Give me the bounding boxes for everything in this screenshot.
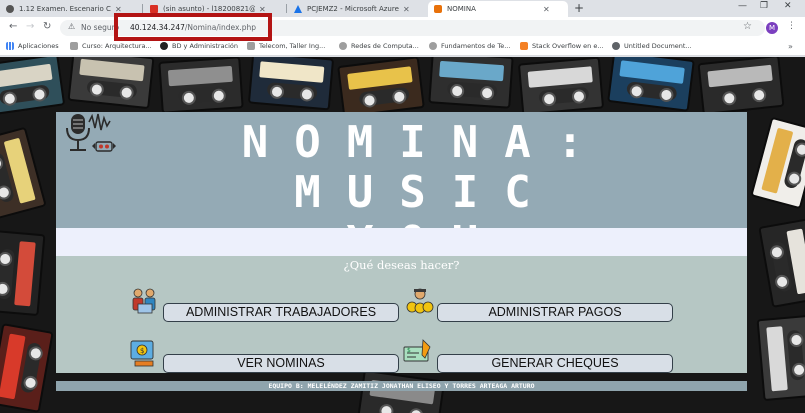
bookmark-apps[interactable]: Aplicaciones [6, 42, 59, 50]
tab-divider [142, 4, 143, 13]
menu-question: ¿Qué deseas hacer? [343, 258, 460, 272]
reload-icon[interactable]: ↻ [43, 21, 51, 32]
bookmark-item[interactable]: Untitled Document... [612, 42, 692, 50]
svg-text:$: $ [140, 347, 144, 355]
bookmark-favicon-icon [70, 42, 78, 50]
bookmark-item[interactable]: Redes de Computa... [339, 42, 419, 50]
page-footer: EQUIPO B: MELELÉNDEZ ZAMITIZ JONATHAN EL… [56, 381, 747, 391]
tab-title: PCJEMZ2 - Microsoft Azure [307, 5, 399, 13]
forward-icon[interactable]: → [26, 21, 34, 32]
cassette-image [0, 229, 46, 317]
workers-icon [132, 288, 156, 314]
warning-icon[interactable]: ⚠ [68, 22, 75, 31]
manage-payments-button[interactable]: ADMINISTRAR PAGOS [437, 303, 673, 322]
cassette-image [356, 369, 446, 413]
tab-title: NOMINA [447, 5, 476, 13]
cassette-image [517, 57, 605, 116]
bookmark-item[interactable]: Stack Overflow en e... [520, 42, 604, 50]
close-icon[interactable]: ✕ [403, 5, 410, 14]
bookmark-star-icon[interactable]: ☆ [743, 21, 752, 32]
cassette-image [697, 57, 785, 116]
svg-text:$: $ [407, 347, 411, 354]
bookmark-item[interactable]: Telecom, Taller Ing... [247, 42, 325, 50]
bookmark-favicon-icon [429, 42, 437, 50]
bookmark-item[interactable]: Curso: Arquitectura... [70, 42, 152, 50]
apps-grid-icon [6, 42, 14, 50]
bookmarks-bar: Aplicaciones Curso: Arquitectura... BD y… [0, 39, 805, 56]
page-title-line-1: NOMINA: MUSIC [241, 117, 610, 218]
view-payrolls-button[interactable]: VER NOMINAS [163, 354, 399, 373]
bookmark-label: Untitled Document... [624, 42, 692, 50]
bookmark-label: Fundamentos de Te... [441, 42, 511, 50]
cassette-image [607, 57, 695, 112]
bookmark-favicon-icon [612, 42, 620, 50]
cassette-image [0, 57, 66, 117]
azure-icon [294, 5, 302, 13]
cassette-image [758, 218, 805, 308]
page-header: NOMINA: MUSIC YOU [56, 112, 747, 268]
banner-strip [56, 228, 747, 256]
bookmark-label: Curso: Arquitectura... [82, 42, 152, 50]
cassette-image [750, 116, 805, 210]
back-icon[interactable]: ← [9, 21, 17, 32]
menu-kebab-icon[interactable]: ⋮ [787, 21, 796, 31]
minimize-icon[interactable]: — [738, 1, 747, 11]
close-window-icon[interactable]: ✕ [784, 1, 792, 11]
cassette-image [158, 57, 244, 114]
gmail-icon [150, 5, 158, 13]
stack-overflow-icon [520, 42, 528, 50]
cassette-image [247, 57, 335, 111]
bookmark-label: Telecom, Taller Ing... [259, 42, 326, 50]
url-highlight-box [114, 13, 272, 41]
manage-workers-button[interactable]: ADMINISTRAR TRABAJADORES [163, 303, 399, 322]
bookmark-label: BD y Administración [172, 42, 239, 50]
bookmark-label: Redes de Computa... [351, 42, 419, 50]
cassette-image [67, 57, 155, 110]
bookmark-item[interactable]: Fundamentos de Te... [429, 42, 510, 50]
bookmark-favicon-icon [247, 42, 255, 50]
close-icon[interactable]: ✕ [543, 5, 550, 14]
maximize-icon[interactable]: ❐ [760, 1, 768, 11]
bookmark-favicon-icon [160, 42, 168, 50]
tab-azure[interactable]: PCJEMZ2 - Microsoft Azure ✕ [288, 1, 428, 17]
generate-checks-button[interactable]: GENERAR CHEQUES [437, 354, 673, 373]
footer-credits: EQUIPO B: MELELÉNDEZ ZAMITIZ JONATHAN EL… [268, 382, 535, 390]
nomina-favicon-icon [434, 5, 442, 13]
cassette-image [756, 314, 805, 402]
tab-title: 1.12 Examen. Escenario Cloud d... [19, 5, 111, 13]
tab-nomina[interactable]: NOMINA ✕ [428, 1, 568, 17]
cassette-image [0, 323, 54, 413]
bookmark-favicon-icon [339, 42, 347, 50]
payments-icon [406, 288, 434, 314]
avatar[interactable]: M [766, 22, 778, 34]
tab-title: (sin asunto) - l18200821@pachu... [163, 5, 255, 13]
cassette-image [428, 57, 514, 109]
bookmark-label: Aplicaciones [18, 42, 59, 50]
bookmark-item[interactable]: BD y Administración [160, 42, 238, 50]
cassette-image [337, 57, 425, 118]
main-menu-panel: ¿Qué deseas hacer? ADMINISTRAR TRABAJADO… [56, 256, 747, 373]
check-icon: $ [403, 339, 431, 362]
bookmark-label: Stack Overflow en e... [532, 42, 604, 50]
tab-divider [286, 4, 287, 13]
more-bookmarks-icon[interactable]: » [788, 42, 793, 51]
cassette-image [0, 126, 47, 220]
tab-favicon-icon [6, 5, 14, 13]
payroll-icon: $ [130, 340, 154, 367]
new-tab-button[interactable]: + [574, 1, 584, 15]
